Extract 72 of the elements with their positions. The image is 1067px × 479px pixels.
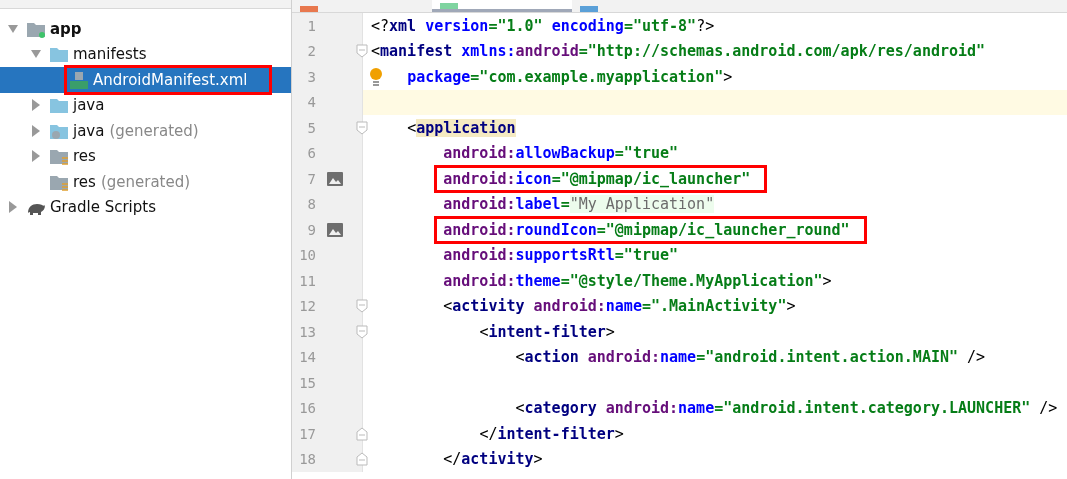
line-number: 7 xyxy=(306,170,316,187)
code-line: <activity android:name=".MainActivity"> xyxy=(443,297,796,316)
line-number: 3 xyxy=(306,68,316,85)
editor-tab[interactable] xyxy=(432,0,572,12)
code-line: <?xml version="1.0" encoding="utf-8"?> xyxy=(371,16,715,35)
tree-item[interactable]: res (generated) xyxy=(0,169,291,195)
line-number: 16 xyxy=(298,400,316,417)
tree-item[interactable]: manifests xyxy=(0,41,291,67)
fold-marker-icon[interactable] xyxy=(355,426,369,441)
code-line: </activity> xyxy=(443,450,543,469)
fold-marker-icon[interactable] xyxy=(355,452,369,467)
line-number: 4 xyxy=(306,94,316,111)
expand-arrow-icon xyxy=(8,22,18,35)
code-line: <action android:name="android.intent.action.MAIN" /> xyxy=(515,348,986,367)
tree-label: java xyxy=(73,121,105,140)
folder-icon xyxy=(49,147,69,166)
line-number: 8 xyxy=(306,196,316,213)
tree-item[interactable]: AndroidManifest.xml xyxy=(0,67,291,93)
fold-marker-icon[interactable] xyxy=(355,120,369,135)
tree-label: java xyxy=(73,96,105,115)
code-line: package="com.example.myapplication"> xyxy=(407,67,733,86)
tree-label: manifests xyxy=(73,45,147,64)
line-number: 1 xyxy=(306,17,316,34)
file-icon xyxy=(69,70,89,89)
line-number: 14 xyxy=(298,349,316,366)
folder-icon xyxy=(49,45,69,64)
code-line: <manifest xmlns:android="http://schemas.android.com/apk/res/android" xyxy=(371,42,986,61)
tree-label: Gradle Scripts xyxy=(50,198,156,217)
tree-label-suffix: (generated) xyxy=(109,121,199,140)
code-line: android:label="My Application" xyxy=(443,195,715,214)
tree-label-suffix: (generated) xyxy=(100,172,191,191)
line-number: 17 xyxy=(298,425,316,442)
code-line: </intent-filter> xyxy=(479,424,624,443)
code-line: android:allowBackup="true" xyxy=(443,144,679,163)
code-line: android:theme="@style/Theme.MyApplication"> xyxy=(443,271,832,290)
folder-icon xyxy=(49,96,69,115)
light-bulb-icon[interactable] xyxy=(369,67,383,87)
tree-item[interactable]: app xyxy=(0,16,291,42)
file-icon xyxy=(580,6,598,12)
fold-marker-icon[interactable] xyxy=(355,324,369,339)
line-number: 12 xyxy=(298,298,316,315)
tree-item[interactable]: java (generated) xyxy=(0,118,291,144)
code-line: <application xyxy=(407,118,516,137)
fold-marker-icon[interactable] xyxy=(355,44,369,59)
expand-arrow-icon xyxy=(31,150,41,163)
fold-marker-icon[interactable] xyxy=(355,299,369,314)
line-number: 11 xyxy=(298,272,316,289)
code-line: <category android:name="android.intent.category.LAUNCHER" /> xyxy=(515,399,1058,418)
tree-item[interactable]: Gradle Scripts xyxy=(0,194,291,220)
code-line: android:icon="@mipmap/ic_launcher" xyxy=(443,169,751,188)
tree-item[interactable]: res xyxy=(0,143,291,169)
line-number: 13 xyxy=(298,323,316,340)
line-number: 6 xyxy=(306,145,316,162)
expand-arrow-icon xyxy=(31,99,41,112)
code-line: <intent-filter> xyxy=(479,322,615,341)
line-number: 2 xyxy=(306,43,316,60)
tree-label: AndroidManifest.xml xyxy=(93,70,248,89)
tree-item[interactable]: java xyxy=(0,92,291,118)
tree-label: app xyxy=(50,19,82,38)
file-icon xyxy=(440,3,458,9)
file-icon xyxy=(300,6,318,12)
code-line: android:supportsRtl="true" xyxy=(443,246,679,265)
expand-arrow-icon xyxy=(31,124,41,137)
code-line: android:roundIcon="@mipmap/ic_launcher_round" xyxy=(443,220,850,239)
line-number: 9 xyxy=(306,221,316,238)
line-number: 5 xyxy=(306,119,316,136)
expand-arrow-icon xyxy=(8,201,18,214)
line-number: 18 xyxy=(298,451,316,468)
line-number: 10 xyxy=(298,247,316,264)
tree-label: res xyxy=(73,147,96,166)
tree-label: res xyxy=(73,172,96,191)
line-number: 15 xyxy=(298,374,316,391)
